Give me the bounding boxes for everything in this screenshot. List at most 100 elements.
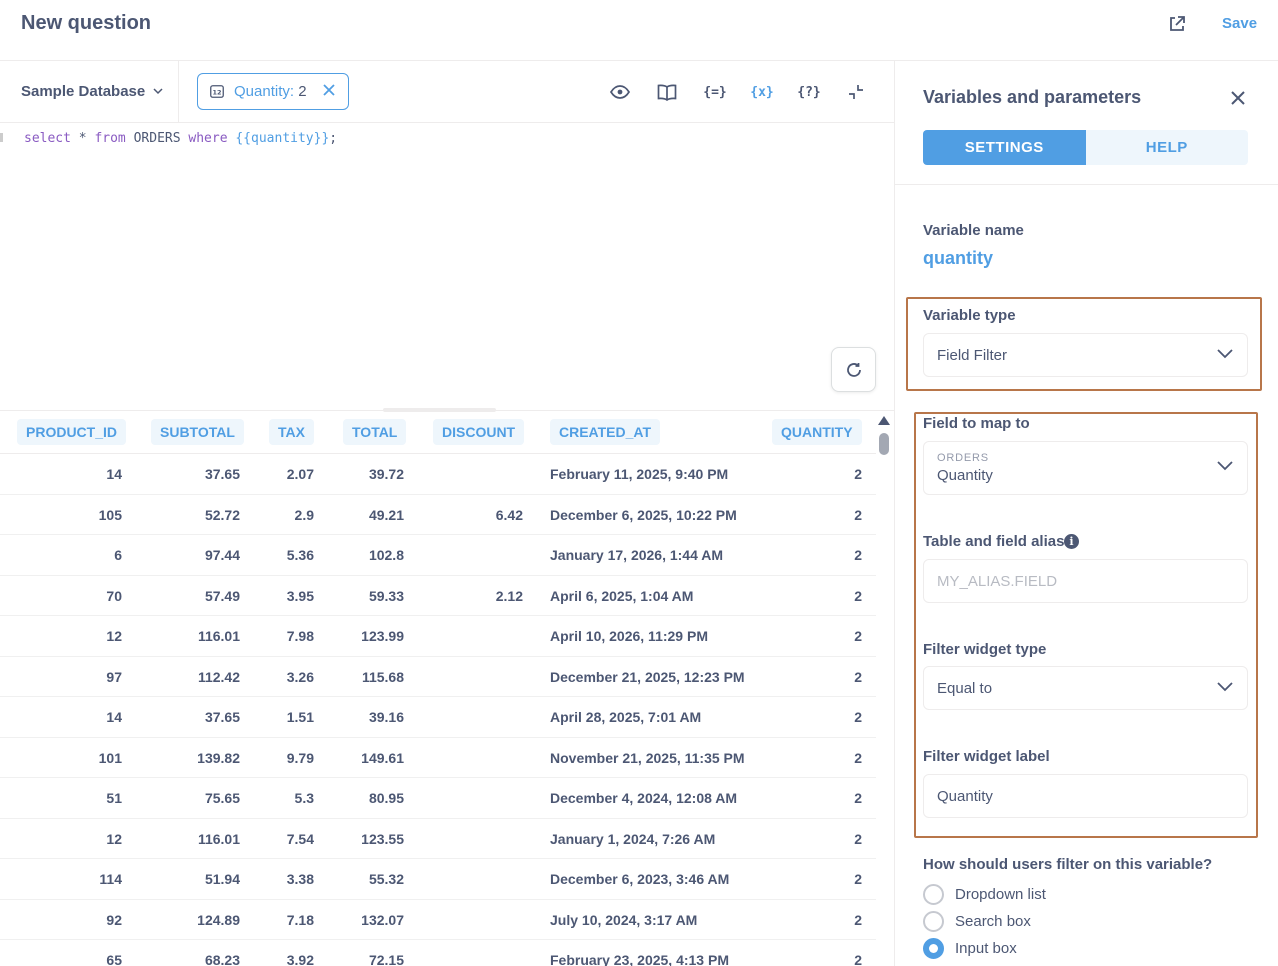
table-cell[interactable]: 2 [854,628,862,644]
table-cell[interactable]: 1.51 [287,709,314,725]
save-button[interactable]: Save [1222,15,1257,32]
radio-button[interactable] [923,910,944,932]
table-row[interactable]: 92 124.89 7.18 132.07 July 10, 2024, 3:17 AM… [0,900,876,940]
table-cell[interactable]: 70 [106,588,122,604]
tab-help[interactable]: HELP [1085,130,1248,165]
table-cell[interactable]: 2.9 [295,507,314,523]
table-row[interactable]: 114 51.94 3.38 55.32 December 6, 2023, 3:46 … [0,859,876,900]
table-cell[interactable]: 2 [854,750,862,766]
table-cell[interactable]: 39.72 [369,466,404,482]
table-cell[interactable]: 7.98 [287,628,314,644]
table-cell[interactable]: 112.42 [198,669,240,685]
table-cell[interactable]: 102.8 [369,547,404,563]
table-cell[interactable]: December 21, 2025, 12:23 PM [550,669,745,685]
open-external-icon[interactable] [1166,13,1188,35]
table-row[interactable]: 51 75.65 5.3 80.95 December 4, 2024, 12:08 A… [0,778,876,819]
table-cell[interactable]: 3.38 [287,871,314,887]
table-cell[interactable]: 2.12 [496,588,523,604]
table-cell[interactable]: 123.55 [361,831,404,847]
table-cell[interactable]: 37.65 [205,709,240,725]
eye-icon[interactable] [609,81,631,103]
table-cell[interactable]: 3.26 [287,669,314,685]
table-cell[interactable]: 80.95 [369,790,404,806]
table-cell[interactable]: 5.36 [287,547,314,563]
table-cell[interactable]: 5.3 [295,790,314,806]
table-cell[interactable]: 3.95 [287,588,314,604]
column-header[interactable]: QUANTITY [772,419,862,445]
table-cell[interactable]: April 28, 2025, 7:01 AM [550,709,701,725]
close-icon[interactable] [1230,90,1246,106]
table-cell[interactable]: 101 [99,750,122,766]
table-cell[interactable]: 149.61 [361,750,404,766]
table-cell[interactable]: November 21, 2025, 11:35 PM [550,750,745,766]
table-cell[interactable]: 97.44 [205,547,240,563]
radio-dropdown-list[interactable]: Dropdown list [923,883,1046,905]
table-cell[interactable]: 51.94 [205,871,240,887]
table-cell[interactable]: February 11, 2025, 9:40 PM [550,466,728,482]
table-cell[interactable]: February 23, 2025, 4:13 PM [550,952,729,966]
column-header[interactable]: SUBTOTAL [151,419,244,445]
database-picker[interactable]: Sample Database [21,83,163,100]
table-cell[interactable]: December 6, 2025, 10:22 PM [550,507,737,523]
table-cell[interactable]: 9.79 [287,750,314,766]
table-cell[interactable]: 2 [854,669,862,685]
table-cell[interactable]: 39.16 [369,709,404,725]
table-cell[interactable]: 52.72 [205,507,240,523]
tab-settings[interactable]: SETTINGS [923,130,1086,165]
scrollbar[interactable] [879,433,889,455]
table-row[interactable]: 14 37.65 2.07 39.72 February 11, 2025, 9:40 … [0,454,876,495]
table-cell[interactable]: 6.42 [496,507,523,523]
close-icon[interactable] [322,83,336,97]
column-header[interactable]: TAX [269,419,314,445]
table-cell[interactable]: 132.07 [361,912,404,928]
table-cell[interactable]: 14 [106,709,122,725]
table-row[interactable]: 70 57.49 3.95 59.33 2.12 April 6, 2025, 1:04 … [0,576,876,616]
table-cell[interactable]: 2 [854,790,862,806]
radio-search-box[interactable]: Search box [923,910,1031,932]
table-cell[interactable]: December 6, 2023, 3:46 AM [550,871,729,887]
table-cell[interactable]: 51 [106,790,122,806]
table-cell[interactable]: 49.21 [369,507,404,523]
table-cell[interactable]: 123.99 [361,628,404,644]
table-cell[interactable]: 116.01 [198,831,240,847]
table-cell[interactable]: July 10, 2024, 3:17 AM [550,912,697,928]
table-row[interactable]: 105 52.72 2.9 49.21 6.42 December 6, 2025, 10… [0,495,876,535]
alias-input[interactable]: MY_ALIAS.FIELD [923,559,1248,603]
variables-icon[interactable]: {=} [702,81,728,103]
column-header[interactable]: TOTAL [343,419,407,445]
variable-filter-pill[interactable]: 12 Quantity: 2 [197,73,349,110]
column-header[interactable]: CREATED_AT [550,419,661,445]
table-cell[interactable]: 115.68 [362,669,404,685]
table-cell[interactable]: 2 [854,831,862,847]
table-cell[interactable]: 116.01 [198,628,240,644]
sql-query-line[interactable]: select * from ORDERS where {{quantity}}; [24,131,337,146]
widget-type-select[interactable]: Equal to [923,666,1248,710]
table-cell[interactable]: 92 [106,912,122,928]
table-row[interactable]: 101 139.82 9.79 149.61 November 21, 2025, 11… [0,738,876,778]
collapse-icon[interactable] [845,81,867,103]
scroll-up-icon[interactable] [878,416,890,425]
table-cell[interactable]: 2 [854,588,862,604]
table-cell[interactable]: 97 [106,669,122,685]
table-cell[interactable]: January 1, 2024, 7:26 AM [550,831,715,847]
table-cell[interactable]: 7.18 [287,912,314,928]
variable-settings-icon[interactable]: {x} [749,81,775,103]
table-row[interactable]: 6 97.44 5.36 102.8 January 17, 2026, 1:44 AM… [0,535,876,576]
table-cell[interactable]: April 10, 2026, 11:29 PM [550,628,708,644]
table-row[interactable]: 12 116.01 7.54 123.55 January 1, 2024, 7:26 … [0,819,876,859]
table-row[interactable]: 65 68.23 3.92 72.15 February 23, 2025, 4:13 … [0,940,876,966]
radio-button[interactable] [923,883,944,905]
table-cell[interactable]: 2.07 [287,466,314,482]
table-cell[interactable]: 37.65 [205,466,240,482]
table-cell[interactable]: 2 [854,912,862,928]
table-cell[interactable]: January 17, 2026, 1:44 AM [550,547,723,563]
table-row[interactable]: 12 116.01 7.98 123.99 April 10, 2026, 11:29 … [0,616,876,657]
table-cell[interactable]: April 6, 2025, 1:04 AM [550,588,693,604]
table-cell[interactable]: 68.23 [205,952,240,966]
table-cell[interactable]: 2 [854,871,862,887]
sql-editor[interactable]: select * from ORDERS where {{quantity}}; [0,123,894,410]
table-cell[interactable]: 12 [106,831,122,847]
variable-type-select[interactable]: Field Filter [923,333,1248,377]
table-cell[interactable]: 2 [854,709,862,725]
table-cell[interactable]: 124.89 [197,912,240,928]
